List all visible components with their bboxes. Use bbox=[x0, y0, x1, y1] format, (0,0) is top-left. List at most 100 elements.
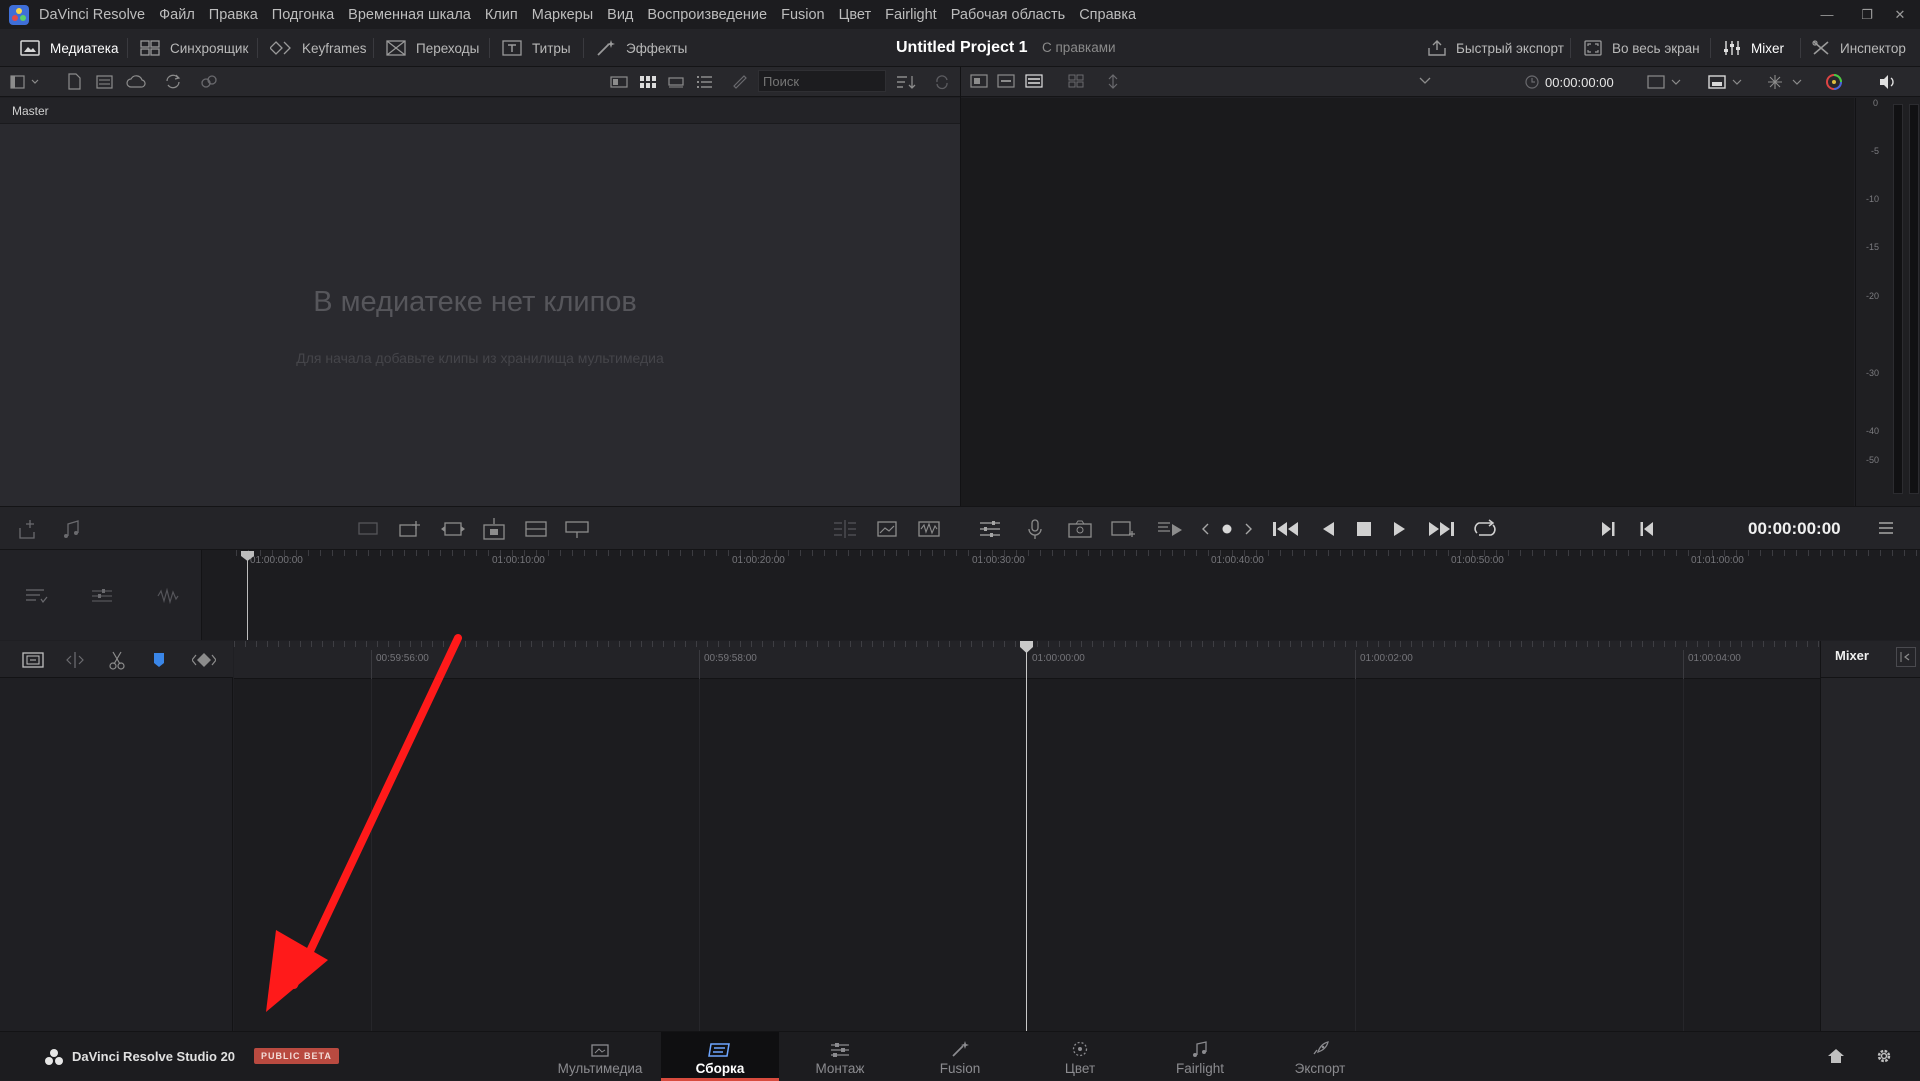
keyframe-diamond-icon[interactable] bbox=[192, 652, 216, 668]
new-bin-icon[interactable] bbox=[66, 73, 82, 90]
mini-timeline[interactable] bbox=[236, 550, 1920, 640]
timeline-view-icon[interactable] bbox=[22, 651, 44, 669]
play-reverse-icon[interactable] bbox=[1320, 520, 1336, 538]
fast-review-icon[interactable] bbox=[1156, 519, 1184, 539]
audio-trim-icon[interactable] bbox=[16, 518, 40, 540]
inspector-button[interactable]: Инспектор bbox=[1812, 29, 1906, 67]
search-input[interactable] bbox=[758, 70, 886, 92]
page-tab-media[interactable]: Мультимедиа bbox=[541, 1032, 659, 1081]
marker-flag-icon[interactable] bbox=[152, 651, 166, 669]
viewer-canvas[interactable] bbox=[961, 98, 1854, 506]
image-clip-icon[interactable] bbox=[876, 519, 898, 539]
mark-out-icon[interactable] bbox=[1600, 520, 1616, 538]
mark-in-icon[interactable] bbox=[1639, 520, 1655, 538]
split-clip-icon[interactable] bbox=[832, 519, 858, 539]
menu-file[interactable]: Файл bbox=[159, 7, 195, 23]
page-tab-fairlight[interactable]: Fairlight bbox=[1141, 1032, 1259, 1081]
view-metadata-icon[interactable] bbox=[610, 75, 628, 89]
menu-markers[interactable]: Маркеры bbox=[532, 7, 593, 23]
mini-playhead[interactable] bbox=[247, 552, 248, 640]
effects-button[interactable]: Эффекты bbox=[596, 29, 687, 67]
bin-name[interactable]: Master bbox=[12, 104, 49, 118]
loop-icon[interactable] bbox=[1472, 519, 1498, 539]
volume-icon[interactable] bbox=[1878, 74, 1896, 90]
close-up-icon[interactable] bbox=[481, 517, 507, 541]
keyframes-button[interactable]: Keyframes bbox=[270, 29, 367, 67]
menu-fusion[interactable]: Fusion bbox=[781, 7, 825, 23]
tape-viewer-icon[interactable] bbox=[1025, 74, 1043, 89]
zoom-fit-icon[interactable] bbox=[1647, 74, 1683, 90]
stop-icon[interactable] bbox=[1355, 520, 1373, 538]
menu-edit[interactable]: Правка bbox=[209, 7, 258, 23]
panel-layout-icon[interactable] bbox=[10, 74, 40, 90]
source-overwrite-icon[interactable] bbox=[564, 519, 590, 539]
minimize-icon[interactable]: — bbox=[1807, 0, 1847, 29]
play-icon[interactable] bbox=[1392, 520, 1408, 538]
timeline-playhead[interactable] bbox=[1026, 649, 1027, 1031]
transitions-button[interactable]: Переходы bbox=[386, 29, 479, 67]
timeline-tracks[interactable] bbox=[234, 641, 1820, 1031]
titles-button[interactable]: Титры bbox=[502, 29, 571, 67]
fullscreen-button[interactable]: Во весь экран bbox=[1584, 29, 1700, 67]
skip-to-start-icon[interactable] bbox=[1272, 520, 1300, 538]
skip-to-end-icon[interactable] bbox=[1427, 520, 1455, 538]
transform-overlay-icon[interactable] bbox=[1766, 74, 1804, 90]
menu-timeline[interactable]: Временная шкала bbox=[348, 7, 471, 23]
settings-gear-icon[interactable] bbox=[1875, 1047, 1893, 1065]
audio-music-icon[interactable] bbox=[60, 518, 84, 540]
audio-waveform-icon[interactable] bbox=[917, 519, 941, 539]
mini-playhead-handle[interactable] bbox=[241, 551, 254, 561]
smart-insert-icon[interactable] bbox=[355, 519, 381, 539]
relink-icon[interactable] bbox=[164, 73, 182, 90]
timeline-playhead-handle[interactable] bbox=[1020, 641, 1033, 653]
refresh-icon[interactable] bbox=[934, 74, 950, 90]
color-wheel-icon[interactable] bbox=[1825, 73, 1843, 91]
menu-color[interactable]: Цвет bbox=[839, 7, 872, 23]
camera-angle-icon[interactable] bbox=[1067, 519, 1093, 539]
jog-control-icon[interactable] bbox=[1202, 521, 1252, 537]
page-tab-edit[interactable]: Монтаж bbox=[781, 1032, 899, 1081]
output-display-icon[interactable] bbox=[1708, 74, 1744, 90]
view-list-icon[interactable] bbox=[697, 75, 713, 89]
menu-trim[interactable]: Подгонка bbox=[272, 7, 334, 23]
view-thumbnails-icon[interactable] bbox=[640, 75, 656, 89]
home-icon[interactable] bbox=[1827, 1048, 1845, 1064]
mixer-button[interactable]: Mixer bbox=[1723, 29, 1784, 67]
voiceover-mic-icon[interactable] bbox=[1024, 518, 1046, 540]
viewer-menu-chevron-down-icon[interactable] bbox=[1419, 77, 1431, 85]
scissors-icon[interactable] bbox=[108, 650, 126, 670]
viewer-timecode[interactable]: 00:00:00:00 bbox=[1525, 72, 1614, 92]
playhead-timecode[interactable]: 00:00:00:00 bbox=[1748, 507, 1841, 551]
trim-tool-icon[interactable] bbox=[64, 651, 86, 669]
audio-track-icon[interactable] bbox=[156, 587, 180, 605]
menu-view[interactable]: Вид bbox=[607, 7, 633, 23]
timeline-options-icon[interactable] bbox=[978, 519, 1002, 539]
menu-workspace[interactable]: Рабочая область bbox=[951, 7, 1066, 23]
quick-export-button[interactable]: Быстрый экспорт bbox=[1428, 29, 1564, 67]
page-tab-color[interactable]: Цвет bbox=[1021, 1032, 1139, 1081]
mixer-collapse-icon[interactable] bbox=[1896, 647, 1916, 667]
link-icon[interactable] bbox=[200, 73, 218, 90]
filter-icon[interactable] bbox=[732, 74, 748, 90]
menu-fairlight[interactable]: Fairlight bbox=[885, 7, 937, 23]
sync-bin-button[interactable]: Синхроящик bbox=[140, 29, 248, 67]
timeline-viewer-icon[interactable] bbox=[997, 74, 1015, 89]
place-on-top-icon[interactable] bbox=[524, 519, 548, 539]
page-tab-fusion[interactable]: Fusion bbox=[901, 1032, 1019, 1081]
menu-clip[interactable]: Клип bbox=[485, 7, 518, 23]
new-timeline-icon[interactable] bbox=[96, 73, 114, 90]
smart-reframe-icon[interactable] bbox=[1110, 519, 1136, 539]
append-icon[interactable] bbox=[398, 519, 424, 539]
view-strip-icon[interactable] bbox=[668, 75, 684, 89]
track-settings-icon[interactable] bbox=[90, 587, 114, 605]
page-tab-deliver[interactable]: Экспорт bbox=[1261, 1032, 1379, 1081]
close-icon[interactable]: ✕ bbox=[1880, 0, 1920, 29]
multicam-icon[interactable] bbox=[1068, 74, 1084, 89]
source-viewer-icon[interactable] bbox=[970, 74, 988, 89]
media-pool-button[interactable]: Медиатека bbox=[20, 29, 119, 67]
menu-playback[interactable]: Воспроизведение bbox=[647, 7, 767, 23]
safe-area-icon[interactable] bbox=[1106, 74, 1120, 89]
sort-icon[interactable] bbox=[896, 74, 916, 90]
track-height-icon[interactable] bbox=[24, 587, 48, 605]
ripple-overwrite-icon[interactable] bbox=[439, 519, 467, 539]
